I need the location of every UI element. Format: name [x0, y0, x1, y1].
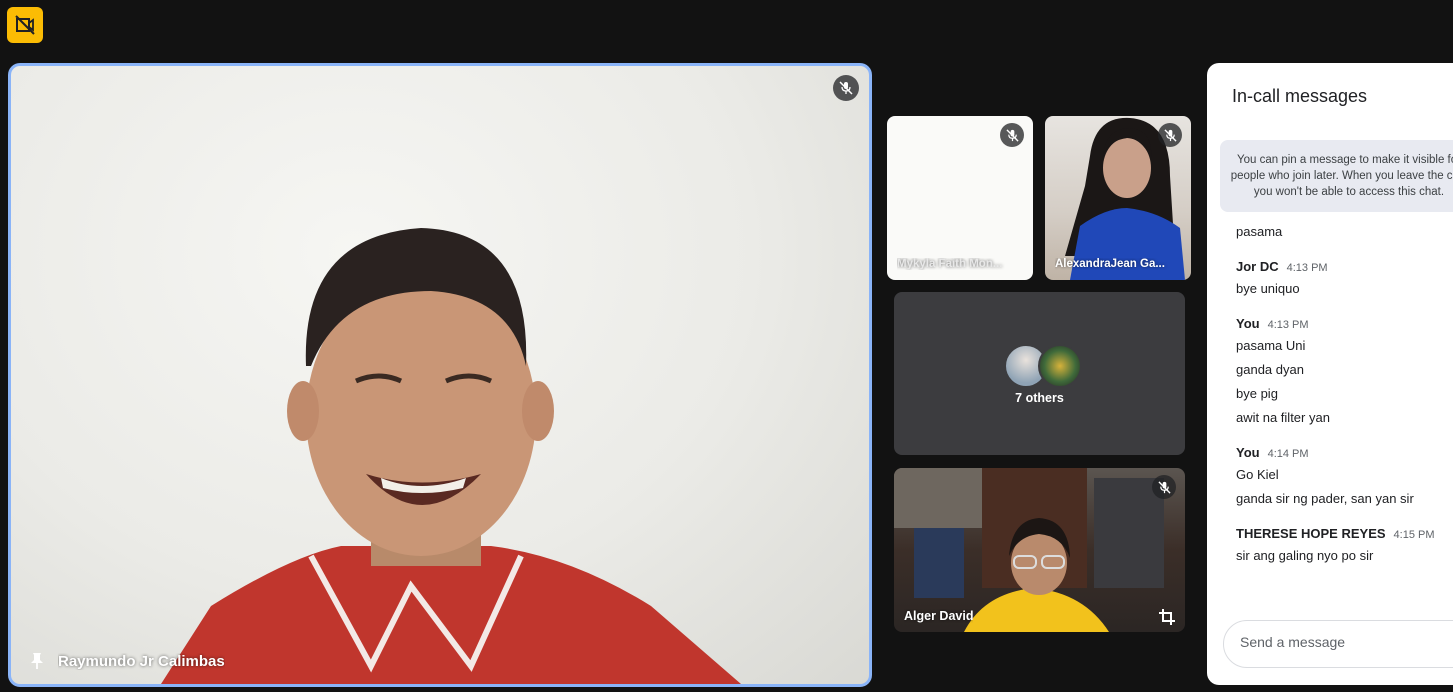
chat-info-banner: You can pin a message to make it visible… [1220, 140, 1453, 212]
message-group: You 4:13 PM pasama Uni ganda dyan bye pig… [1236, 316, 1453, 433]
pin-icon [31, 653, 43, 669]
mute-indicator [1158, 123, 1182, 147]
mic-off-icon [839, 81, 853, 95]
camera-off-icon [15, 15, 35, 35]
avatar [1038, 344, 1082, 388]
message-group: Jor DC 4:13 PM bye uniquo [1236, 259, 1453, 304]
message-list: pasama Jor DC 4:13 PM bye uniquo You 4:13 … [1236, 223, 1453, 583]
message-group: THERESE HOPE REYES 4:15 PM sir ang galing… [1236, 526, 1453, 571]
message-group: pasama [1236, 223, 1453, 247]
participant-name: AlexandraJean Ga... [1055, 258, 1165, 270]
message-text: bye pig [1236, 386, 1278, 401]
message-group: You 4:14 PM Go Kiel ganda sir ng pader, s… [1236, 445, 1453, 514]
message-sender: Jor DC [1236, 259, 1279, 274]
message-time: 4:14 PM [1267, 448, 1309, 460]
chat-panel: In-call messages You can pin a message t… [1207, 63, 1453, 685]
message-text: awit na filter yan [1236, 410, 1330, 425]
participant-video [894, 468, 1164, 632]
participant-name: Mykyla Faith Mon... [897, 258, 1003, 270]
mic-off-icon [1157, 480, 1171, 494]
others-label: 7 others [1015, 391, 1064, 405]
camera-off-button[interactable] [7, 7, 43, 43]
message-time: 4:15 PM [1393, 529, 1435, 541]
message-text: sir ang galing nyo po sir [1236, 548, 1374, 563]
message-input[interactable]: Send a message [1223, 620, 1453, 668]
message-header: You 4:14 PM [1236, 445, 1453, 460]
message-text: Go Kiel [1236, 467, 1279, 482]
participant-tile[interactable]: Alger David [894, 468, 1185, 632]
message-sender: THERESE HOPE REYES [1236, 526, 1386, 541]
mic-off-icon [1005, 128, 1019, 142]
message-text: ganda dyan [1236, 362, 1304, 377]
mute-indicator [1152, 475, 1176, 499]
mic-off-icon [1163, 128, 1177, 142]
message-header: Jor DC 4:13 PM [1236, 259, 1453, 274]
chat-title: In-call messages [1232, 86, 1368, 106]
mute-indicator [833, 75, 859, 101]
participant-video [161, 228, 741, 684]
message-text: ganda sir ng pader, san yan sir [1236, 491, 1414, 506]
crop-icon [1159, 609, 1175, 625]
message-text: bye uniquo [1236, 281, 1300, 296]
participant-name: Raymundo Jr Calimbas [58, 653, 225, 670]
message-time: 4:13 PM [1286, 262, 1328, 274]
participant-name: Alger David [904, 609, 974, 623]
message-sender: You [1236, 445, 1260, 460]
mute-indicator [1000, 123, 1024, 147]
framing-button[interactable] [1158, 608, 1178, 628]
pin-button[interactable] [29, 652, 45, 670]
message-header: THERESE HOPE REYES 4:15 PM [1236, 526, 1453, 541]
message-sender: You [1236, 316, 1260, 331]
participant-tile[interactable]: AlexandraJean Ga... [1045, 116, 1191, 280]
participant-tile[interactable]: Mykyla Faith Mon... [887, 116, 1033, 280]
message-text: pasama Uni [1236, 338, 1306, 353]
message-text: pasama [1236, 224, 1283, 239]
main-video-tile[interactable]: Raymundo Jr Calimbas [8, 63, 872, 687]
message-header: You 4:13 PM [1236, 316, 1453, 331]
message-time: 4:13 PM [1267, 319, 1309, 331]
others-tile[interactable]: 7 others [894, 292, 1185, 455]
